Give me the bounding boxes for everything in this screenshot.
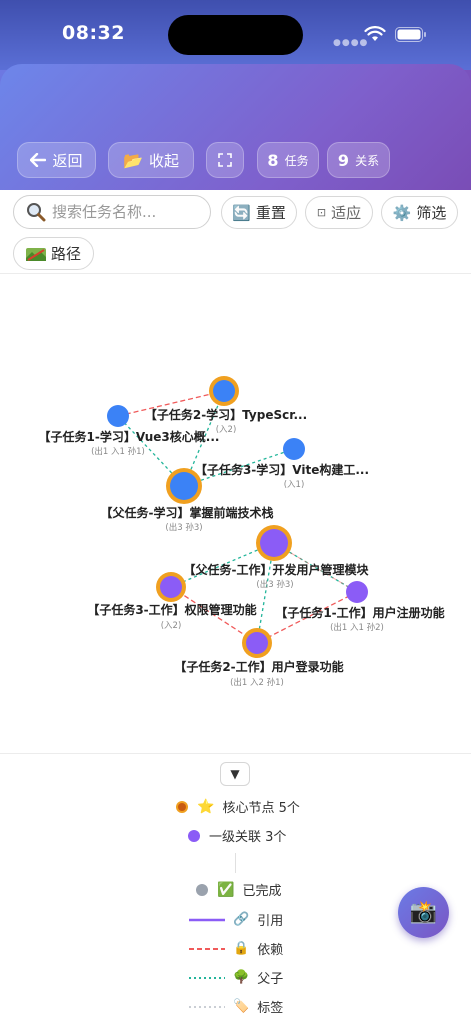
graph-node[interactable]: 【子任务2-学习】TypeScr... (入2) bbox=[145, 376, 307, 435]
legend-reference: 🔗 引用 bbox=[189, 910, 283, 929]
folder-icon: 📂 bbox=[123, 150, 143, 170]
legend-parent-child-label: 父子 bbox=[257, 972, 284, 987]
dependency-line-swatch bbox=[189, 947, 225, 950]
status-time: 08:32 bbox=[62, 22, 125, 44]
graph-node[interactable]: 【父任务-学习】掌握前端技术栈 (出3 孙3) bbox=[101, 468, 274, 533]
legend-first-level: 一级关联 3个 bbox=[187, 826, 286, 845]
node-label: 【父任务-学习】掌握前端技术栈 bbox=[101, 505, 274, 520]
relation-count-badge: 9 关系 bbox=[327, 142, 390, 178]
task-count: 8 bbox=[267, 150, 279, 170]
node-label: 【子任务3-工作】权限管理功能 bbox=[87, 602, 256, 617]
fit-icon: ⊡ bbox=[316, 206, 327, 219]
legend-core-node: ⭐ 核心节点 5个 bbox=[175, 797, 300, 816]
node-label: 【子任务3-学习】Vite构建工... bbox=[195, 462, 369, 477]
link-icon: 🔗 bbox=[233, 912, 250, 927]
star-icon: ⭐ bbox=[197, 798, 215, 815]
node-label: 【父任务-工作】开发用户管理模块 bbox=[184, 562, 370, 577]
path-icon bbox=[25, 247, 46, 261]
node-label: 【子任务1-工作】用户注册功能 bbox=[275, 605, 444, 620]
search-box[interactable] bbox=[13, 195, 211, 229]
fit-label: 适应 bbox=[331, 204, 362, 222]
reset-icon: 🔄 bbox=[232, 203, 251, 222]
fit-button[interactable]: ⊡ 适应 bbox=[305, 196, 373, 229]
relation-count: 9 bbox=[337, 150, 350, 170]
reset-button[interactable]: 🔄 重置 bbox=[221, 196, 297, 229]
node-sub: (入1) bbox=[284, 480, 305, 490]
camera-icon: 📸 bbox=[409, 900, 438, 925]
node-sub: (出1 入1 孙2) bbox=[330, 622, 384, 633]
screenshot-fab-button[interactable]: 📸 bbox=[398, 887, 449, 938]
reset-label: 重置 bbox=[255, 204, 286, 222]
completed-swatch bbox=[196, 883, 208, 896]
collapse-button[interactable]: 📂 收起 bbox=[108, 142, 194, 178]
legend-completed: ✅ 已完成 bbox=[195, 880, 281, 899]
parent-child-line-swatch bbox=[189, 976, 225, 979]
node-sub: (出1 入2 孙1) bbox=[230, 677, 284, 688]
legend-toggle-button[interactable]: ▼ bbox=[220, 762, 250, 786]
back-button-label: 返回 bbox=[52, 151, 83, 170]
node-sub: (出1 入1 孙1) bbox=[91, 446, 145, 457]
back-button[interactable]: 返回 bbox=[17, 142, 96, 178]
node-sub: (出3 孙3) bbox=[256, 579, 293, 590]
legend-separator bbox=[235, 853, 236, 873]
filter-button[interactable]: ⚙️ 筛选 bbox=[381, 196, 458, 229]
legend-core-node-label: 核心节点 5个 bbox=[222, 801, 300, 816]
gear-icon: ⚙️ bbox=[392, 203, 412, 222]
node-label: 【子任务2-学习】TypeScr... bbox=[145, 407, 307, 422]
legend-dependency: 🔒 依赖 bbox=[189, 939, 283, 958]
relation-unit: 关系 bbox=[355, 153, 380, 168]
fullscreen-button[interactable] bbox=[206, 142, 244, 178]
chevron-down-icon: ▼ bbox=[230, 767, 240, 781]
graph-node[interactable]: 【子任务2-工作】用户登录功能 (出1 入2 孙1) bbox=[174, 628, 344, 688]
legend-reference-label: 引用 bbox=[257, 914, 284, 929]
expand-icon bbox=[218, 153, 232, 167]
legend-tag: 🏷️ 标签 bbox=[189, 997, 283, 1016]
search-icon bbox=[27, 203, 46, 222]
arrow-left-icon bbox=[30, 153, 47, 167]
legend-dependency-label: 依赖 bbox=[257, 943, 284, 958]
wifi-icon bbox=[364, 26, 386, 41]
check-icon: ✅ bbox=[217, 881, 235, 898]
legend-completed-label: 已完成 bbox=[242, 884, 282, 899]
filter-label: 筛选 bbox=[416, 204, 447, 222]
task-unit: 任务 bbox=[284, 153, 309, 168]
tag-line-swatch bbox=[189, 1005, 225, 1008]
first-level-swatch bbox=[188, 829, 200, 842]
core-node-swatch bbox=[176, 800, 188, 813]
relation-graph[interactable]: 【子任务2-学习】TypeScr... (入2) 【子任务1-学习】Vue3核心… bbox=[0, 275, 471, 753]
node-sub: (出3 孙3) bbox=[165, 522, 202, 533]
node-sub: (入2) bbox=[161, 621, 182, 631]
tree-icon: 🌳 bbox=[233, 970, 250, 985]
lock-icon: 🔒 bbox=[233, 941, 250, 956]
divider bbox=[0, 753, 471, 754]
task-count-badge: 8 任务 bbox=[257, 142, 319, 178]
legend-tag-label: 标签 bbox=[257, 1001, 284, 1016]
graph-node[interactable]: 【子任务3-工作】权限管理功能 (入2) bbox=[87, 572, 257, 631]
battery-icon bbox=[395, 27, 426, 42]
path-button[interactable]: 路径 bbox=[13, 237, 94, 270]
divider bbox=[0, 273, 471, 274]
graph-node[interactable]: 【子任务1-工作】用户注册功能 (出1 入1 孙2) bbox=[275, 581, 445, 633]
tag-icon: 🏷️ bbox=[233, 999, 250, 1014]
node-label: 【子任务2-工作】用户登录功能 bbox=[174, 659, 343, 674]
reference-line-swatch bbox=[189, 918, 225, 921]
graph-node[interactable]: 【父任务-工作】开发用户管理模块 (出3 孙3) bbox=[184, 525, 370, 590]
legend-parent-child: 🌳 父子 bbox=[189, 968, 283, 987]
path-label: 路径 bbox=[50, 245, 81, 263]
collapse-button-label: 收起 bbox=[148, 151, 179, 170]
legend-first-level-label: 一级关联 3个 bbox=[209, 830, 287, 845]
search-input[interactable] bbox=[52, 203, 202, 221]
dynamic-island bbox=[168, 15, 303, 55]
graph-node[interactable]: 【子任务3-学习】Vite构建工... (入1) bbox=[195, 438, 369, 490]
node-label: 【子任务1-学习】Vue3核心概... bbox=[39, 429, 220, 444]
